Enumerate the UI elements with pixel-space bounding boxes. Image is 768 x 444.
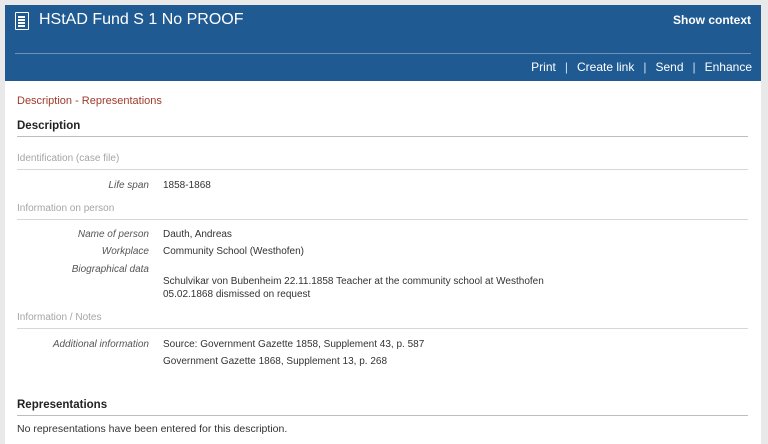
group-label-identification: Identification (case file) [17,153,120,164]
toolbar-separator: | [692,60,696,74]
field-label-name: Name of person [77,229,149,240]
field-value-life-span: 1858-1868 [163,180,211,191]
divider [17,328,748,329]
group-label-person: Information on person [17,203,115,214]
representations-empty-message: No representations have been entered for… [17,423,288,435]
divider [17,415,748,416]
field-label-additional-info: Additional information [52,339,149,350]
header-bar: HStAD Fund S 1 No PROOF Show context Pri… [5,5,761,81]
group-label-notes: Information / Notes [17,312,102,323]
toolbar-separator: | [643,60,647,74]
print-link[interactable]: Print [531,60,556,74]
create-link-link[interactable]: Create link [577,60,634,74]
description-panel: HStAD Fund S 1 No PROOF Show context Pri… [5,5,761,444]
page-title: HStAD Fund S 1 No PROOF [39,11,244,28]
field-value-biographical-line-1: Schulvikar von Bubenheim 22.11.1858 Teac… [163,276,544,287]
field-label-workplace: Workplace [101,246,149,257]
field-label-biographical-data: Biographical data [71,264,149,275]
field-value-additional-line-1: Source: Government Gazette 1858, Supplem… [163,339,425,350]
header-divider [15,53,751,54]
representations-heading: Representations [17,399,108,411]
document-icon [15,12,29,30]
description-heading: Description [17,120,81,132]
toolbar-separator: | [564,60,568,74]
show-context-button[interactable]: Show context [673,13,751,27]
send-link[interactable]: Send [655,60,683,74]
field-value-name: Dauth, Andreas [163,229,232,240]
enhance-link[interactable]: Enhance [705,60,752,74]
field-label-life-span: Life span [108,180,149,191]
field-value-additional-line-2: Government Gazette 1868, Supplement 13, … [163,356,388,367]
divider [17,219,748,220]
action-toolbar: Print | Create link | Send | Enhance [531,59,752,75]
breadcrumb[interactable]: Description - Representations [17,95,162,107]
field-value-biographical-line-2: 05.02.1868 dismissed on request [163,289,311,300]
divider [17,169,748,170]
divider [17,136,748,137]
field-value-workplace: Community School (Westhofen) [163,246,304,257]
